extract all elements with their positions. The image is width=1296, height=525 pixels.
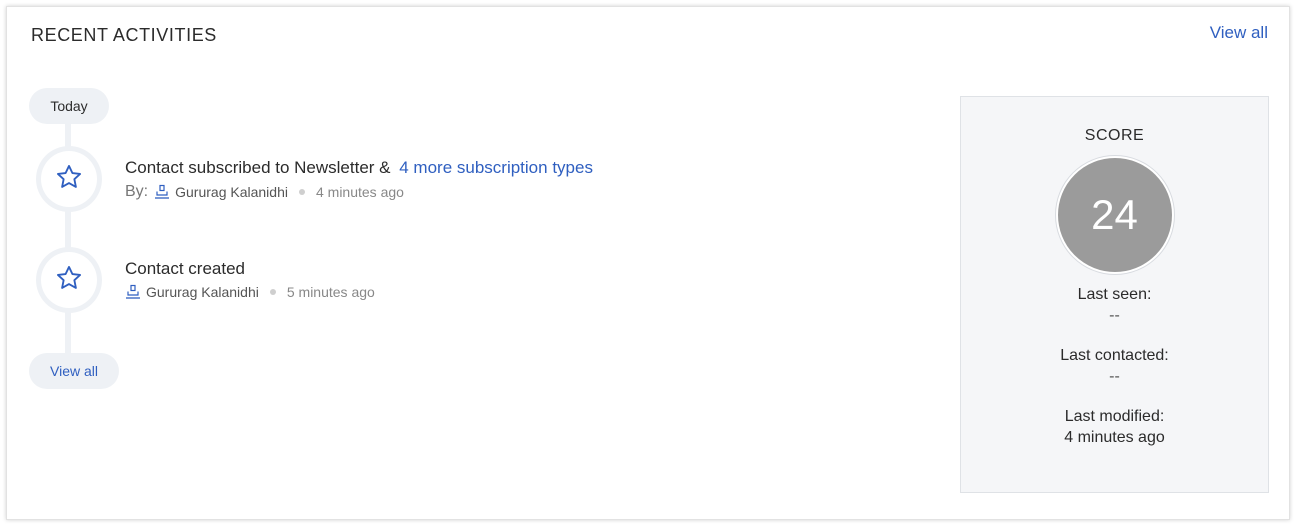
activity-time: 5 minutes ago: [286, 284, 375, 300]
user-icon: [154, 184, 170, 200]
score-panel: SCORE 24 Last seen: -- Last contacted: -…: [960, 96, 1269, 493]
activity-user[interactable]: Gururag Kalanidhi: [146, 284, 259, 300]
last-modified-value: 4 minutes ago: [1064, 429, 1165, 446]
last-contacted-value: --: [1109, 368, 1120, 385]
more-subscriptions-link[interactable]: 4 more subscription types: [399, 158, 593, 177]
activity-item: Contact created Gururag Kalanidhi 5 minu…: [125, 259, 375, 300]
score-badge: 24: [1055, 156, 1174, 274]
star-icon: [55, 264, 83, 297]
last-seen-value: --: [1109, 307, 1120, 324]
view-all-link[interactable]: View all: [1210, 23, 1268, 43]
today-pill: Today: [29, 88, 109, 124]
by-label: By:: [125, 183, 149, 200]
activity-item: Contact subscribed to Newsletter & 4 mor…: [125, 158, 593, 201]
user-icon: [125, 284, 141, 300]
activity-title: Contact subscribed to Newsletter &: [125, 158, 391, 177]
last-modified-label: Last modified:: [1064, 408, 1165, 425]
last-contacted-label: Last contacted:: [1060, 347, 1169, 364]
timeline-node: [36, 146, 102, 212]
activity-title: Contact created: [125, 259, 246, 278]
last-seen-label: Last seen:: [1077, 286, 1152, 303]
activity-time: 4 minutes ago: [315, 184, 404, 200]
separator-dot: [269, 289, 276, 295]
star-icon: [55, 163, 83, 196]
timeline-view-all-button[interactable]: View all: [29, 353, 119, 389]
activity-user[interactable]: Gururag Kalanidhi: [175, 184, 288, 200]
timeline-node: [36, 247, 102, 313]
score-label: SCORE: [1084, 127, 1145, 144]
section-title: RECENT ACTIVITIES: [31, 25, 217, 45]
separator-dot: [298, 189, 305, 195]
recent-activities-card: RECENT ACTIVITIES View all Today Contact…: [6, 6, 1290, 520]
